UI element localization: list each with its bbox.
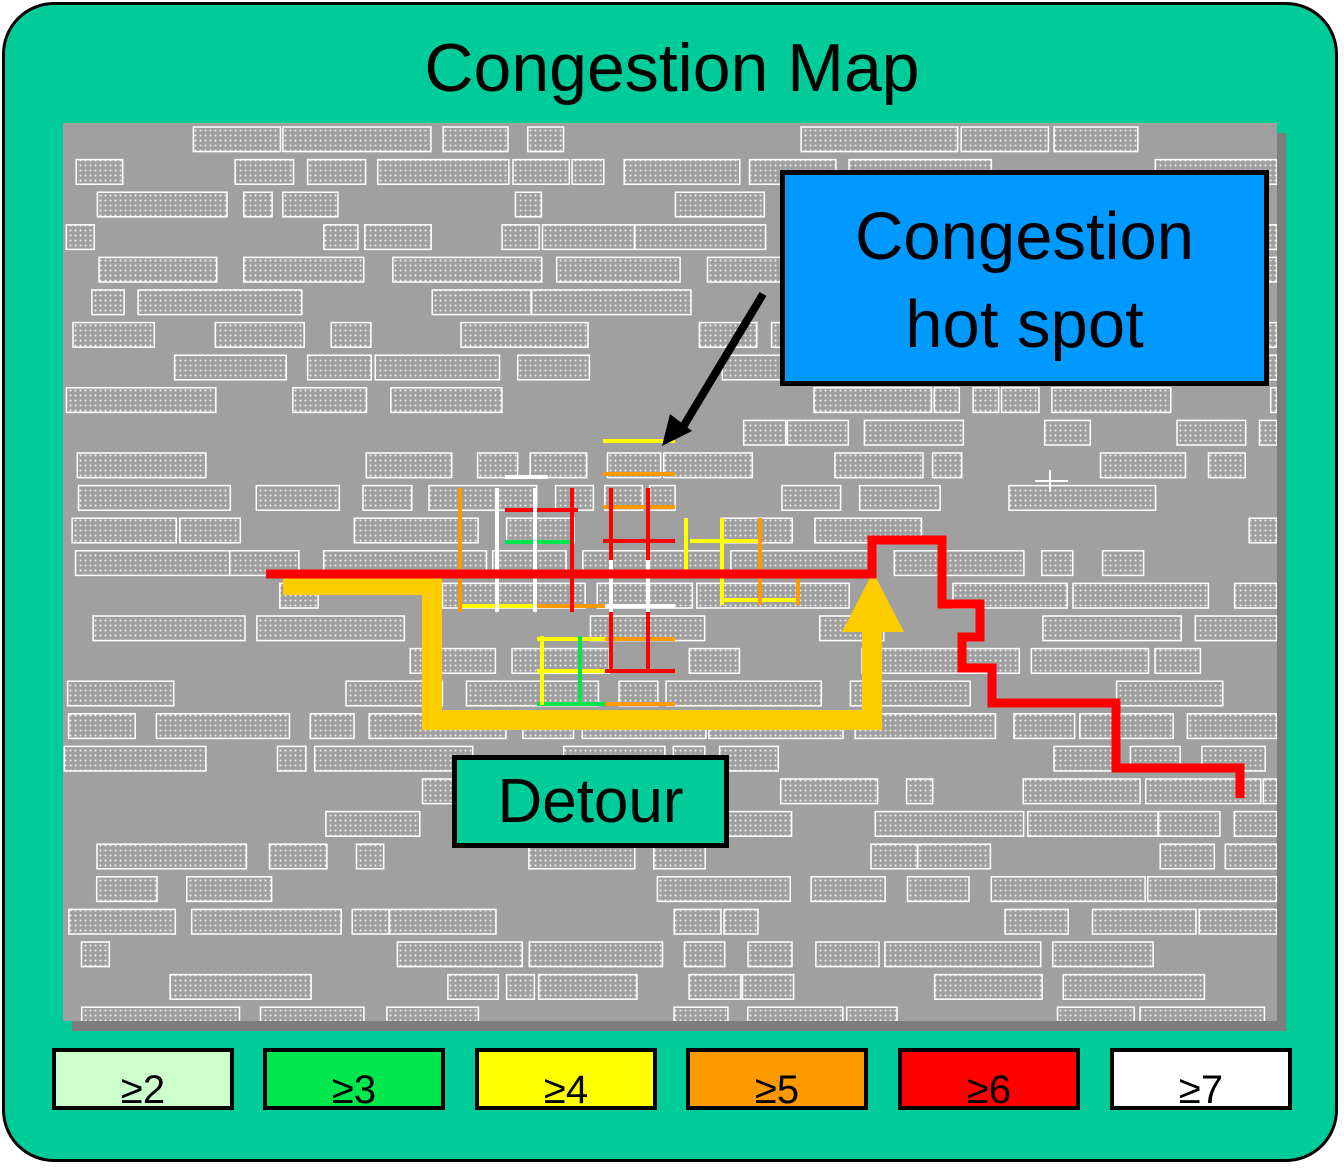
callout-pointer-arrow <box>676 291 767 435</box>
callout-line-1: Congestion <box>855 199 1194 274</box>
legend-item: ≥5 <box>686 1048 868 1112</box>
legend-item: ≥4 <box>475 1048 657 1112</box>
callout-line-2: hot spot <box>905 287 1144 362</box>
legend-item: ≥6 <box>898 1048 1080 1112</box>
legend-item: ≥3 <box>263 1048 445 1112</box>
legend-item: ≥2 <box>52 1048 234 1112</box>
detour-callout: Detour <box>452 755 729 848</box>
detour-arrowhead <box>842 572 904 632</box>
legend-item: ≥7 <box>1110 1048 1292 1112</box>
congestion-hot-spot-callout: Congestion hot spot <box>780 170 1269 386</box>
